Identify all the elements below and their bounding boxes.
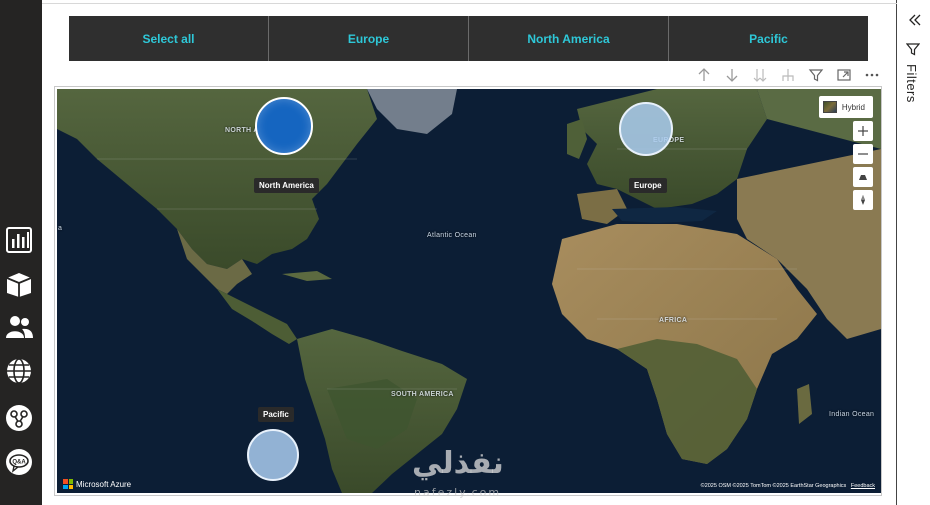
region-slicer: Select all Europe North America Pacific: [69, 16, 868, 61]
decomposition-tree-icon[interactable]: [3, 402, 35, 434]
focus-mode-icon[interactable]: [834, 65, 854, 85]
bubble-pacific[interactable]: [247, 429, 299, 481]
zoom-in-button[interactable]: [853, 121, 873, 141]
microsoft-logo-icon: [63, 479, 73, 489]
bubble-label-europe: Europe: [629, 178, 667, 193]
zoom-out-button[interactable]: [853, 144, 873, 164]
expand-filters-icon[interactable]: [906, 12, 922, 28]
visual-header: [682, 64, 882, 86]
attribution-text: ©2025 OSM ©2025 TomTom ©2025 EarthStar G…: [700, 483, 847, 489]
feedback-link[interactable]: Feedback: [851, 483, 875, 489]
svg-text:Q&A: Q&A: [12, 460, 26, 466]
qa-icon[interactable]: Q&A: [3, 446, 35, 478]
arrow-down-icon[interactable]: [722, 65, 742, 85]
open-box-icon[interactable]: [3, 268, 35, 300]
bubble-europe[interactable]: [619, 102, 673, 156]
map-visual: NORTH AMERICA EUROPE Atlantic Ocean AFRI…: [54, 86, 882, 496]
atlantic-ocean-label: Atlantic Ocean: [427, 232, 477, 239]
canvas-top-divider: [42, 3, 897, 4]
arrow-up-icon[interactable]: [694, 65, 714, 85]
azure-brand-text: Microsoft Azure: [76, 479, 132, 489]
satellite-basemap: [57, 89, 881, 493]
globe-icon[interactable]: [3, 355, 35, 387]
more-options-icon[interactable]: [862, 65, 882, 85]
users-icon[interactable]: [3, 311, 35, 343]
pitch-control-button[interactable]: [853, 167, 873, 187]
filters-label[interactable]: Filters: [904, 64, 919, 103]
africa-label: AFRICA: [659, 317, 688, 324]
filter-icon[interactable]: [806, 65, 826, 85]
map-style-label: Hybrid: [841, 102, 865, 112]
map-style-button[interactable]: Hybrid: [818, 96, 873, 118]
bubble-label-north-america: North America: [254, 178, 319, 193]
south-america-label: SOUTH AMERICA: [391, 391, 454, 398]
filter-funnel-icon: [905, 42, 921, 56]
indian-ocean-label: Indian Ocean: [829, 411, 875, 418]
filters-pane: Filters: [898, 0, 930, 505]
map-attribution: ©2025 OSM ©2025 TomTom ©2025 EarthStar G…: [701, 483, 875, 489]
bar-chart-icon[interactable]: [3, 224, 35, 256]
bubble-label-pacific: Pacific: [258, 407, 294, 422]
compass-button[interactable]: [853, 190, 873, 210]
expand-hierarchy-icon[interactable]: [778, 65, 798, 85]
double-arrow-down-icon[interactable]: [750, 65, 770, 85]
report-app: Q&A Select all Europe North America Paci…: [0, 0, 930, 505]
microsoft-azure-logo: Microsoft Azure: [63, 479, 131, 489]
report-canvas: Select all Europe North America Pacific: [42, 0, 897, 505]
map-edge-label: a: [58, 225, 63, 232]
slicer-button-pacific[interactable]: Pacific: [669, 16, 868, 61]
bubble-north-america[interactable]: [255, 97, 313, 155]
slicer-button-select-all[interactable]: Select all: [69, 16, 269, 61]
left-nav-rail: Q&A: [0, 0, 42, 505]
slicer-button-north-america[interactable]: North America: [469, 16, 669, 61]
slicer-button-europe[interactable]: Europe: [269, 16, 469, 61]
azure-map[interactable]: NORTH AMERICA EUROPE Atlantic Ocean AFRI…: [57, 89, 881, 493]
map-style-thumbnail: [822, 101, 837, 113]
